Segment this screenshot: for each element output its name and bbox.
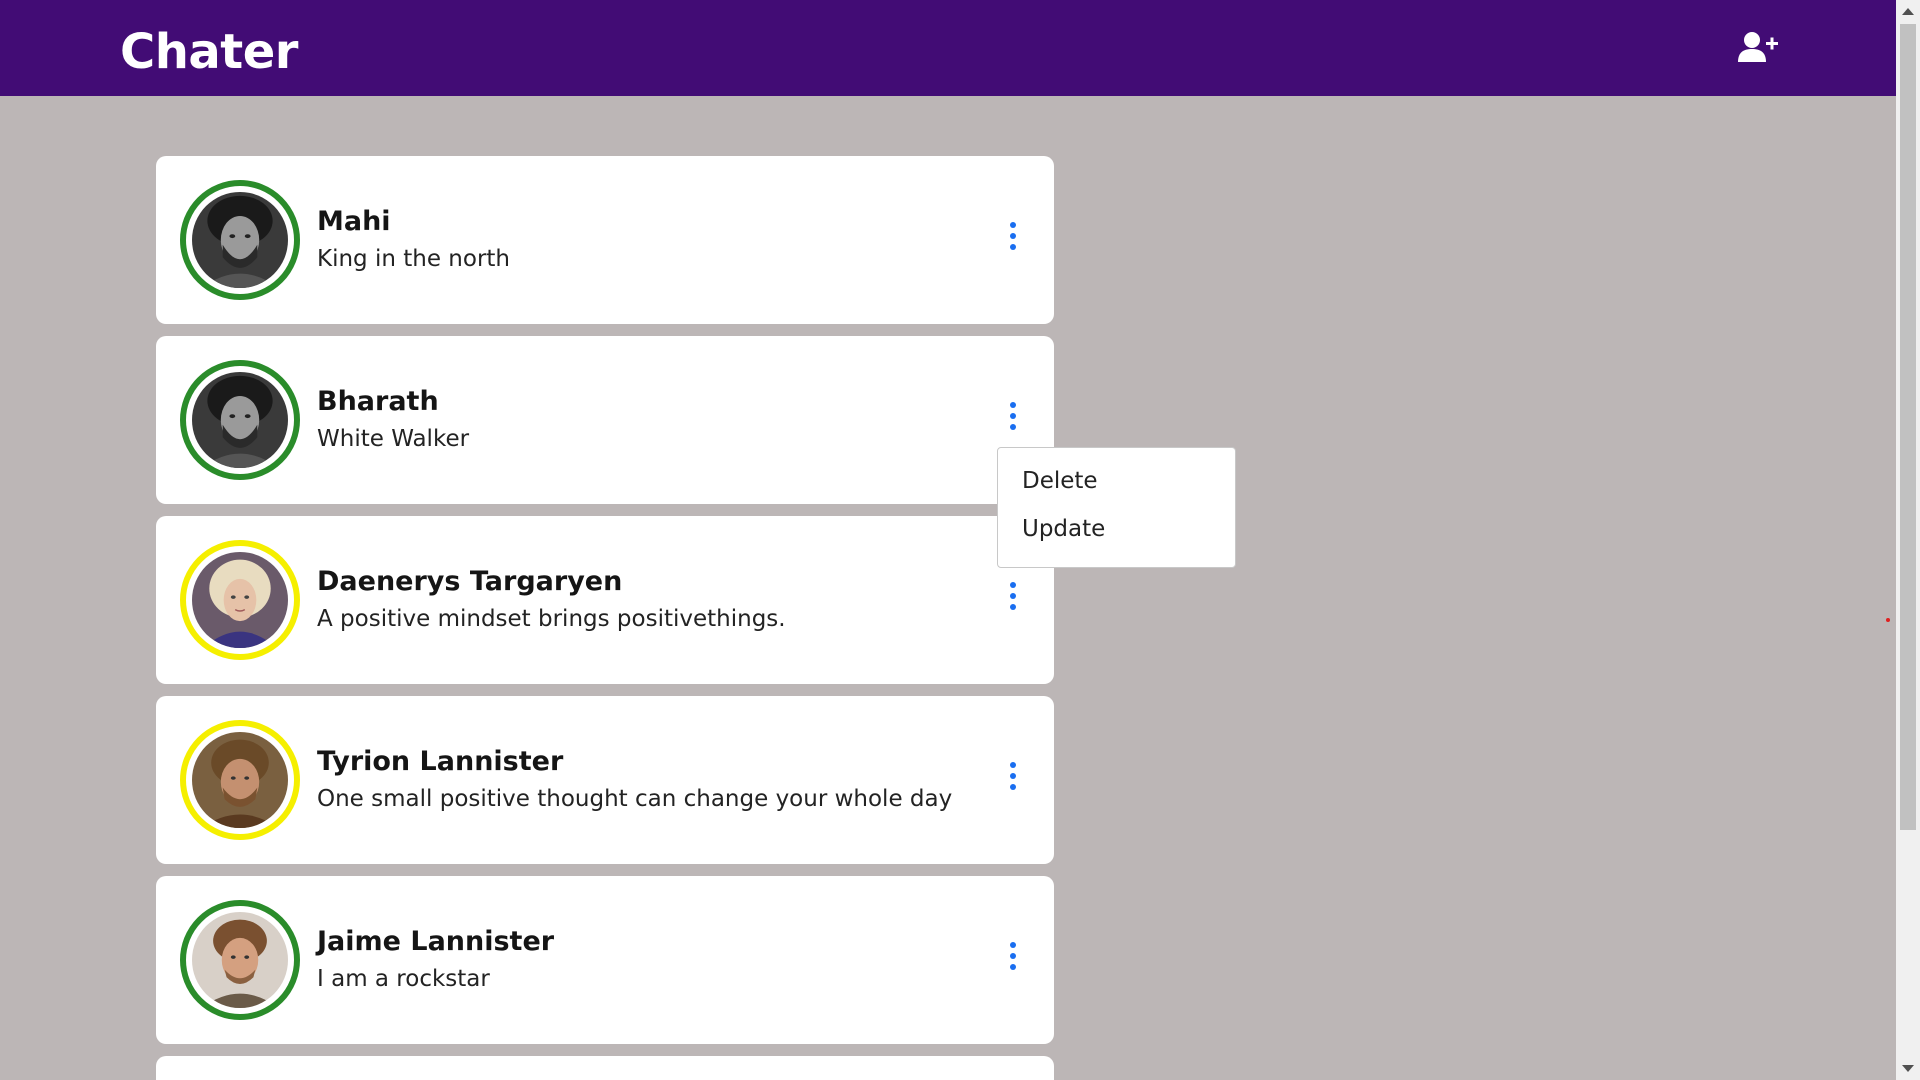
contact-status: A positive mindset brings positivethings… <box>317 606 786 632</box>
more-options-icon[interactable] <box>1006 402 1020 436</box>
contact-card[interactable]: Mahi King in the north <box>156 156 1054 324</box>
scrollbar-thumb[interactable] <box>1900 24 1916 830</box>
contact-card[interactable]: Daenerys Targaryen A positive mindset br… <box>156 516 1054 684</box>
contact-status: White Walker <box>317 426 470 452</box>
scroll-down-arrow-icon[interactable] <box>1902 1065 1914 1072</box>
avatar-daenerys-icon <box>192 552 288 648</box>
contact-status: King in the north <box>317 246 510 272</box>
avatar[interactable] <box>180 540 300 660</box>
avatar-jon-icon <box>192 372 288 468</box>
contact-card[interactable]: Bharath White Walker <box>156 336 1054 504</box>
avatar[interactable] <box>180 720 300 840</box>
user-plus-icon[interactable] <box>1738 30 1778 64</box>
delete-menu-item[interactable]: Delete <box>1022 468 1098 494</box>
contact-name: Daenerys Targaryen <box>317 566 623 597</box>
contact-name: Mahi <box>317 206 391 237</box>
contact-list: Mahi King in the north Bharath White Wal… <box>156 156 1054 1080</box>
contact-card[interactable]: Tyrion Lannister One small positive thou… <box>156 696 1054 864</box>
update-menu-item[interactable]: Update <box>1022 516 1105 542</box>
contact-card[interactable] <box>156 1056 1054 1080</box>
avatar-jaime-icon <box>192 912 288 1008</box>
more-options-icon[interactable] <box>1006 222 1020 256</box>
scroll-up-arrow-icon[interactable] <box>1902 8 1914 15</box>
avatar[interactable] <box>180 900 300 1020</box>
top-navbar: Chater <box>0 0 1896 96</box>
more-options-icon[interactable] <box>1006 942 1020 976</box>
more-options-icon[interactable] <box>1006 762 1020 796</box>
contact-status: I am a rockstar <box>317 966 490 992</box>
contact-name: Jaime Lannister <box>317 926 555 957</box>
contact-name: Bharath <box>317 386 439 417</box>
contact-name: Tyrion Lannister <box>317 746 564 777</box>
contact-card[interactable]: Jaime Lannister I am a rockstar <box>156 876 1054 1044</box>
avatar-tyrion-icon <box>192 732 288 828</box>
avatar[interactable] <box>180 180 300 300</box>
vertical-scrollbar[interactable] <box>1896 0 1920 1080</box>
red-dot-marker <box>1886 618 1890 622</box>
avatar-jon-icon <box>192 192 288 288</box>
brand-title[interactable]: Chater <box>120 28 298 76</box>
options-dropdown-menu: Delete Update <box>997 447 1236 568</box>
contact-status: One small positive thought can change yo… <box>317 786 953 812</box>
more-options-icon[interactable] <box>1006 582 1020 616</box>
avatar[interactable] <box>180 360 300 480</box>
